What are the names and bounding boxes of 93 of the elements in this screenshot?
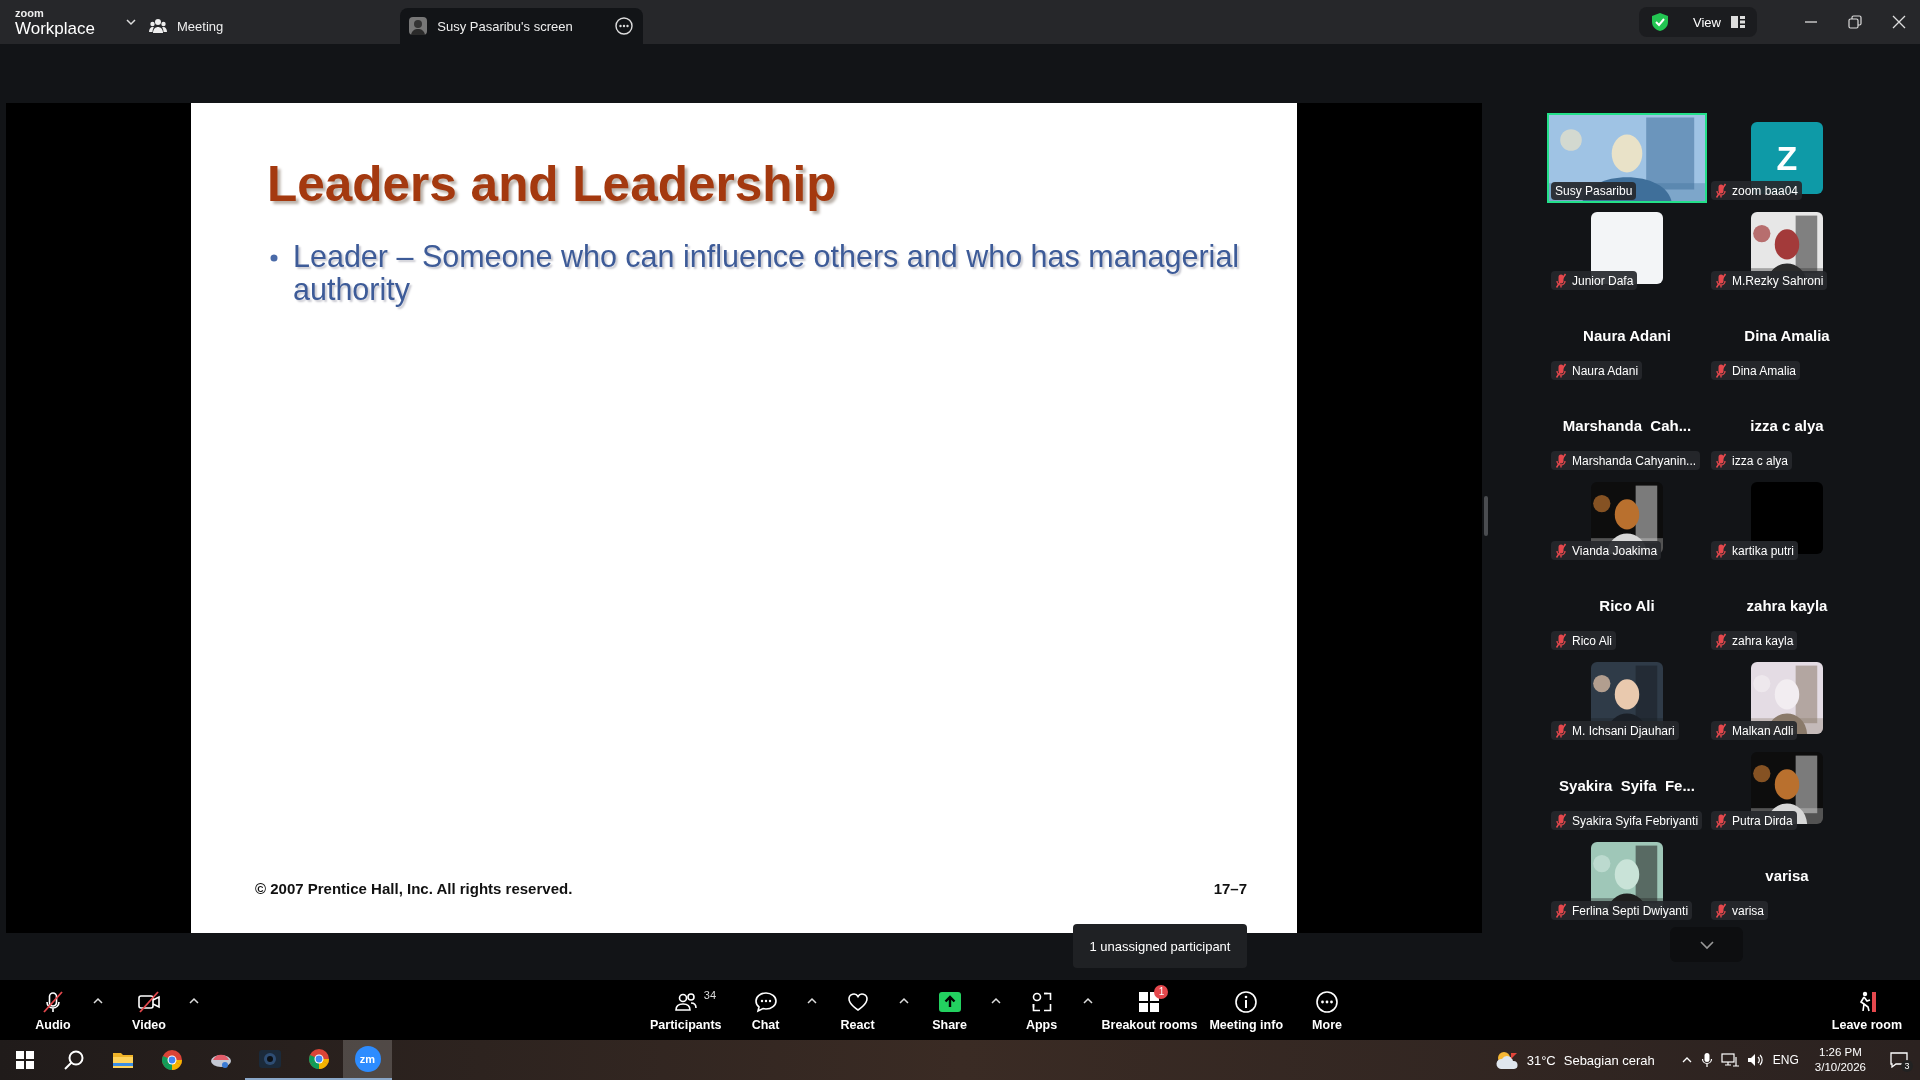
toolbar-button[interactable]: Meeting info [1205, 984, 1288, 1036]
participant-name: izza c alya [1732, 453, 1789, 468]
participant-tile[interactable]: Putra Dirda [1707, 743, 1867, 833]
meeting-tab[interactable]: Meeting [137, 8, 236, 44]
display-name: Rico Ali [1598, 597, 1656, 614]
display-name: zahra kayla [1745, 597, 1829, 614]
chevron-down-icon [1699, 939, 1714, 950]
participant-tile[interactable]: Dina Amalia Dina Amalia [1707, 293, 1867, 383]
display-name: varisa [1764, 867, 1810, 884]
participant-tile[interactable]: Susy Pasaribu [1547, 113, 1707, 203]
participant-tile[interactable]: Z zoom baa04 [1707, 113, 1867, 203]
toolbar-button[interactable]: More [1291, 984, 1364, 1036]
more-icon[interactable] [615, 17, 634, 35]
view-button[interactable]: View [1639, 7, 1757, 37]
participant-name: Marshanda Cahyanin... [1572, 453, 1697, 468]
toolbar-button[interactable]: Audio [24, 984, 82, 1036]
toolbar-button[interactable]: Share [913, 984, 986, 1036]
tooltip: 1 unassigned participant [1073, 924, 1247, 968]
weather-icon[interactable] [1494, 1049, 1519, 1071]
participant-name: zoom baa04 [1732, 183, 1799, 198]
clock-time: 1:26 PM [1819, 1045, 1862, 1060]
participant-tile[interactable]: M. Ichsani Djauhari [1547, 653, 1707, 743]
display-name: Syakira Syifa Fe... [1558, 777, 1696, 794]
participant-tile[interactable]: M.Rezky Sahroni [1707, 203, 1867, 293]
display-name: izza c alya [1749, 417, 1825, 434]
chrome-icon [306, 1047, 331, 1071]
participant-name: varisa [1732, 903, 1764, 918]
toolbar-button[interactable]: Chat [729, 984, 802, 1036]
clock-date: 3/10/2026 [1814, 1060, 1866, 1075]
speaker-icon[interactable] [1746, 1052, 1765, 1068]
close-icon[interactable] [1892, 15, 1906, 29]
meeting-tab[interactable]: Susy Pasaribu's screen [400, 8, 644, 44]
participant-name: Ferlina Septi Dwiyanti [1572, 903, 1689, 918]
resize-handle[interactable] [1484, 496, 1488, 536]
toolbar-button[interactable]: React [821, 984, 894, 1036]
participant-name: M. Ichsani Djauhari [1572, 723, 1675, 738]
app-name: Workplace [15, 19, 95, 37]
toolbar-button[interactable]: Video [120, 984, 178, 1036]
notification-icon[interactable] [1890, 1052, 1908, 1068]
participant-count: 34 [703, 988, 717, 1001]
participant-tile[interactable]: Junior Dafa [1547, 203, 1707, 293]
participant-tile[interactable]: varisa varisa [1707, 833, 1867, 923]
avatar-icon [409, 17, 428, 35]
participant-name: Vianda Joakima [1572, 543, 1658, 558]
participant-name: Putra Dirda [1732, 813, 1793, 828]
participant-tile[interactable]: Vianda Joakima [1547, 473, 1707, 563]
logo-text: zoom [15, 7, 45, 19]
participant-name: Syakira Syifa Febriyanti [1572, 813, 1699, 828]
people-icon [149, 18, 167, 34]
participant-tile[interactable]: kartika putri [1707, 473, 1867, 563]
participant-tile[interactable]: izza c alya izza c alya [1707, 383, 1867, 473]
chrome-icon [159, 1048, 184, 1072]
participant-name: Dina Amalia [1732, 363, 1797, 378]
slide-title: Leaders and Leadership [267, 155, 838, 212]
notification-badge: 1 [1154, 984, 1169, 999]
toolbar-button[interactable]: 1 Breakout rooms [1097, 984, 1202, 1036]
participant-tile[interactable]: zahra kayla zahra kayla [1707, 563, 1867, 653]
toolbar-button[interactable]: Leave room [1823, 984, 1910, 1036]
zoom-app-icon: zm [354, 1046, 381, 1072]
display-name: Marshanda Cah... [1561, 417, 1693, 434]
participant-tile[interactable]: Rico Ali Rico Ali [1547, 563, 1707, 653]
toolbar-button[interactable]: Apps [1005, 984, 1078, 1036]
toolbar-button[interactable]: 34 Participants [646, 984, 726, 1036]
chevron-down-icon[interactable] [125, 16, 137, 28]
display-name: Dina Amalia [1743, 327, 1831, 344]
temperature-text: 31°C [1526, 1052, 1556, 1068]
participant-tile[interactable]: Malkan Adli [1707, 653, 1867, 743]
language-indicator: ENG [1772, 1053, 1799, 1067]
participant-tile[interactable]: Syakira Syifa Fe... Syakira Syifa Febriyanti [1547, 743, 1707, 833]
participant-name: zahra kayla [1732, 633, 1794, 648]
microphone-icon[interactable] [1700, 1052, 1713, 1068]
shield-check-icon [1651, 12, 1670, 32]
camera-icon [257, 1047, 282, 1071]
participant-name: M.Rezky Sahroni [1732, 273, 1824, 288]
participant-name: Rico Ali [1572, 633, 1612, 648]
participant-name: Susy Pasaribu [1555, 184, 1633, 198]
display-name: Naura Adani [1582, 327, 1672, 344]
copyright-text: © 2007 Prentice Hall, Inc. All rights reserved. [255, 880, 573, 897]
bullet-icon [270, 254, 278, 262]
restore-icon[interactable] [1848, 15, 1862, 29]
participant-tile[interactable]: Marshanda Cah... Marshanda Cahyanin... [1547, 383, 1707, 473]
participant-name: Naura Adani [1572, 363, 1639, 378]
participant-name: kartika putri [1732, 543, 1795, 558]
slide-number: 17–7 [1213, 880, 1247, 897]
layout-icon [1731, 15, 1745, 29]
participant-name: Malkan Adli [1732, 723, 1794, 738]
bullet-text: Leader – Someone who can influence others and who has managerial authority [293, 240, 1241, 306]
network-icon[interactable] [1720, 1052, 1739, 1068]
participant-tile[interactable]: Naura Adani Naura Adani [1547, 293, 1707, 383]
weather-text: Sebagian cerah [1563, 1052, 1655, 1068]
notification-count: 3 [1901, 1060, 1913, 1072]
participant-name: Junior Dafa [1572, 273, 1634, 288]
participant-tile[interactable]: Ferlina Septi Dwiyanti [1547, 833, 1707, 923]
